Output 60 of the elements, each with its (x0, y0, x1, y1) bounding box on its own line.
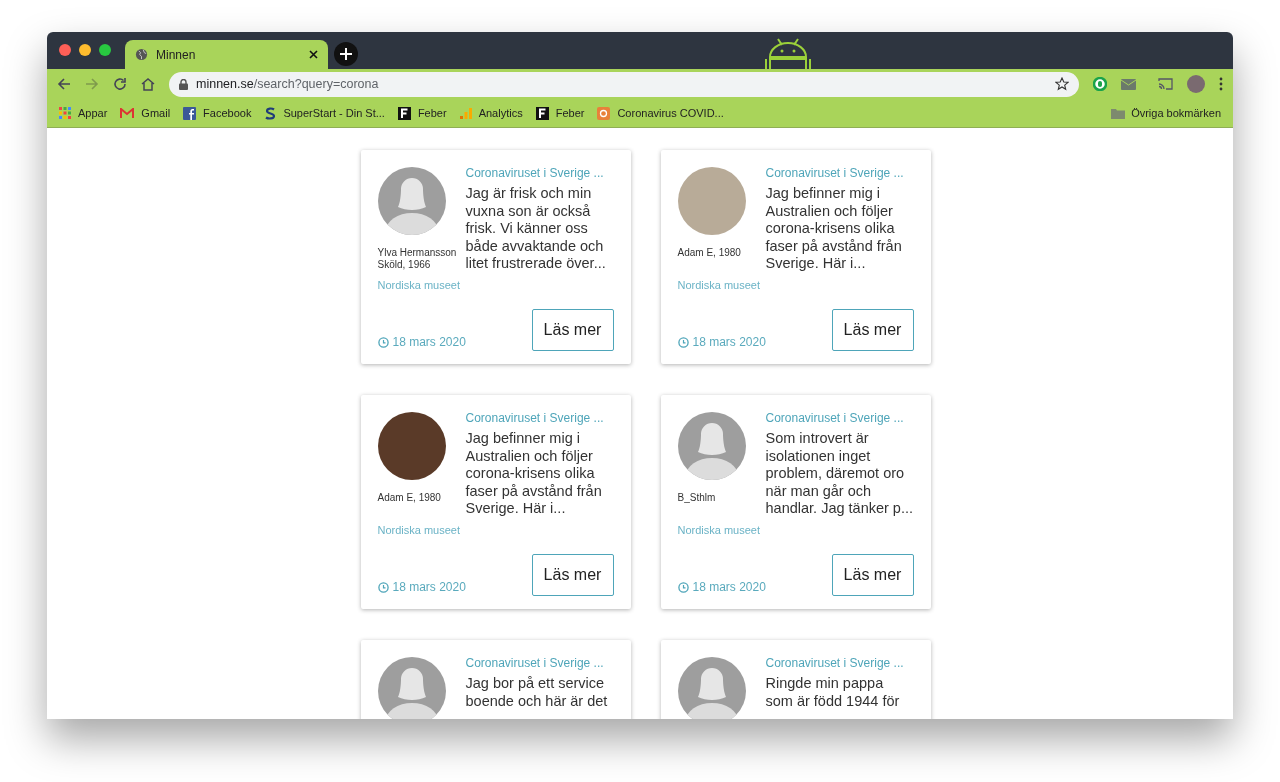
close-tab-icon[interactable] (309, 50, 318, 59)
f-logo-icon (535, 106, 549, 120)
maximize-window-button[interactable] (99, 44, 111, 56)
story-excerpt: Jag befinner mig i Australien och följer corona-krisens olika faser på avstånd från Sverige. Här i... (765, 185, 903, 273)
url-text: minnen.se/search?query=corona (196, 75, 380, 93)
clock-icon (377, 581, 389, 593)
mail-icon[interactable] (1121, 78, 1136, 90)
clock-icon (377, 336, 389, 348)
read-more-button[interactable]: Läs mer (531, 554, 614, 596)
story-excerpt: Jag bor på ett service boende och här är det (465, 675, 609, 711)
other-bookmarks-link[interactable]: Övriga bokmärken (1131, 104, 1221, 122)
close-window-button[interactable] (59, 44, 71, 56)
author-name: Adam E, 1980 (377, 492, 442, 504)
bookmark-star-icon[interactable] (1055, 77, 1069, 91)
story-excerpt: Ringde min pappa som är född 1944 för (765, 675, 901, 711)
author-name: Ylva Hermansson Sköld, 1966 (377, 247, 458, 271)
f-logo-icon (397, 106, 411, 120)
profile-avatar[interactable] (1187, 75, 1205, 93)
read-more-button[interactable]: Läs mer (531, 309, 614, 351)
bar-chart-icon (459, 107, 472, 119)
address-bar[interactable]: minnen.se/search?query=corona (169, 71, 1079, 97)
browser-tab[interactable]: Minnen (125, 40, 328, 69)
folder-icon (1111, 107, 1126, 119)
s-logo-icon (264, 106, 277, 120)
globe-icon (135, 48, 148, 61)
bookmark-link[interactable]: Appar (78, 104, 108, 122)
envelope-m-icon (120, 107, 135, 119)
publish-date: 18 mars 2020 (692, 579, 766, 596)
bookmark-link[interactable]: Feber (417, 104, 447, 122)
cast-icon[interactable] (1158, 78, 1173, 90)
story-excerpt: Jag befinner mig i Australien och följer corona-krisens olika faser på avstånd från Sverige. Här i... (465, 430, 603, 518)
reload-icon[interactable] (113, 77, 127, 91)
clock-icon (677, 336, 689, 348)
back-arrow-icon[interactable] (57, 77, 71, 91)
bookmark-link[interactable]: Gmail (141, 104, 171, 122)
virus-badge-icon (597, 106, 611, 120)
facebook-icon (183, 106, 197, 120)
read-more-button[interactable]: Läs mer (831, 309, 914, 351)
author-name: Adam E, 1980 (677, 247, 742, 259)
story-excerpt: Som introvert är isolationen inget problem, däremot oro när man går och handlar. Jag tänker p... (765, 430, 914, 518)
home-icon[interactable] (141, 77, 155, 91)
read-more-button[interactable]: Läs mer (831, 554, 914, 596)
publish-date: 18 mars 2020 (392, 334, 466, 351)
publish-date: 18 mars 2020 (392, 579, 466, 596)
tab-title: Minnen (156, 46, 197, 64)
minimize-window-button[interactable] (79, 44, 91, 56)
clock-icon (677, 581, 689, 593)
bookmark-link[interactable]: Coronavirus COVID... (617, 104, 724, 122)
apps-grid-icon (59, 107, 71, 119)
lock-icon (179, 78, 188, 90)
bookmark-link[interactable]: Facebook (203, 104, 252, 122)
publish-date: 18 mars 2020 (692, 334, 766, 351)
menu-icon[interactable] (1219, 77, 1223, 91)
new-tab-icon[interactable] (334, 42, 358, 66)
author-name: B_Sthlm (677, 492, 717, 504)
story-excerpt: Jag är frisk och min vuxna son är också frisk. Vi känner oss både avvaktande och litet frustrerade över... (465, 185, 607, 273)
extension-icon[interactable] (1093, 77, 1107, 91)
bookmark-link[interactable]: Analytics (478, 104, 523, 122)
bookmark-link[interactable]: Feber (555, 104, 585, 122)
bookmark-link[interactable]: SuperStart - Din St... (283, 104, 385, 122)
